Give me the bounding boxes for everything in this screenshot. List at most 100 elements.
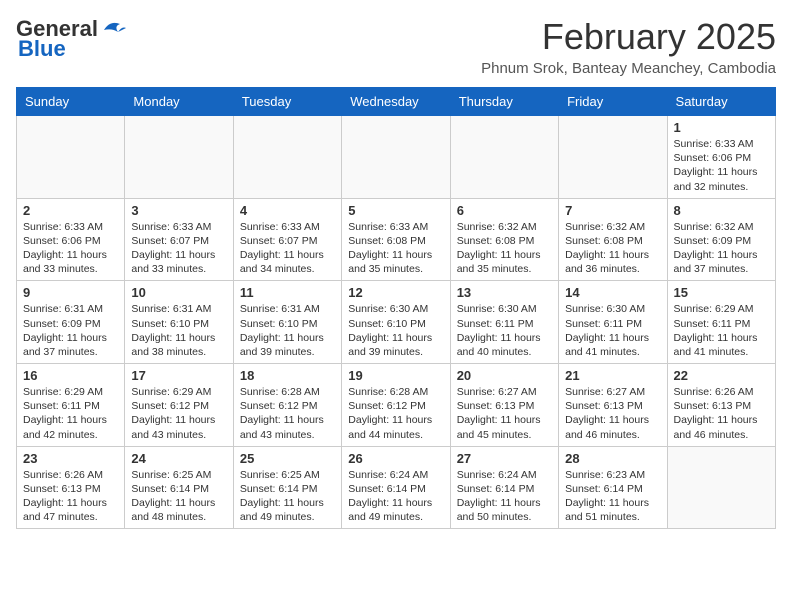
day-number: 2 — [23, 203, 118, 218]
day-info: Sunrise: 6:24 AM Sunset: 6:14 PM Dayligh… — [457, 468, 552, 525]
day-number: 25 — [240, 451, 335, 466]
calendar-table: SundayMondayTuesdayWednesdayThursdayFrid… — [16, 87, 776, 529]
calendar-cell — [342, 116, 450, 199]
day-info: Sunrise: 6:30 AM Sunset: 6:11 PM Dayligh… — [457, 302, 552, 359]
day-number: 12 — [348, 285, 443, 300]
calendar-cell: 14Sunrise: 6:30 AM Sunset: 6:11 PM Dayli… — [559, 281, 667, 364]
calendar-cell: 24Sunrise: 6:25 AM Sunset: 6:14 PM Dayli… — [125, 446, 233, 529]
day-info: Sunrise: 6:33 AM Sunset: 6:08 PM Dayligh… — [348, 220, 443, 277]
weekday-header-row: SundayMondayTuesdayWednesdayThursdayFrid… — [17, 88, 776, 116]
week-row-3: 9Sunrise: 6:31 AM Sunset: 6:09 PM Daylig… — [17, 281, 776, 364]
calendar-cell: 18Sunrise: 6:28 AM Sunset: 6:12 PM Dayli… — [233, 364, 341, 447]
day-number: 22 — [674, 368, 769, 383]
weekday-header-tuesday: Tuesday — [233, 88, 341, 116]
calendar-cell: 26Sunrise: 6:24 AM Sunset: 6:14 PM Dayli… — [342, 446, 450, 529]
calendar-cell: 13 Sunrise: 6:30 AM Sunset: 6:11 PM Dayli… — [450, 281, 558, 364]
day-info: Sunrise: 6:32 AM Sunset: 6:09 PM Dayligh… — [674, 220, 769, 277]
day-info: Sunrise: 6:31 AM Sunset: 6:10 PM Dayligh… — [240, 302, 335, 359]
day-info: Sunrise: 6:31 AM Sunset: 6:10 PM Dayligh… — [131, 302, 226, 359]
location-title: Phnum Srok, Banteay Meanchey, Cambodia — [481, 60, 776, 77]
day-number: 11 — [240, 285, 335, 300]
calendar-cell: 17 Sunrise: 6:29 AM Sunset: 6:12 PM Dayli… — [125, 364, 233, 447]
day-number: 15 — [674, 285, 769, 300]
day-number: 23 — [23, 451, 118, 466]
calendar-cell — [667, 446, 775, 529]
day-info: Sunrise: 6:26 AM Sunset: 6:13 PM Dayligh… — [23, 468, 118, 525]
day-info: Sunrise: 6:33 AM Sunset: 6:07 PM Dayligh… — [240, 220, 335, 277]
day-number: 13 — [457, 285, 552, 300]
logo: General Blue — [16, 16, 128, 62]
weekday-header-friday: Friday — [559, 88, 667, 116]
calendar-cell — [450, 116, 558, 199]
calendar-cell: 1 Sunrise: 6:33 AM Sunset: 6:06 PM Daylig… — [667, 116, 775, 199]
day-number: 5 — [348, 203, 443, 218]
calendar-cell: 3 Sunrise: 6:33 AM Sunset: 6:07 PM Daylig… — [125, 198, 233, 281]
calendar-cell: 9Sunrise: 6:31 AM Sunset: 6:09 PM Daylig… — [17, 281, 125, 364]
day-number: 20 — [457, 368, 552, 383]
calendar-cell: 16Sunrise: 6:29 AM Sunset: 6:11 PM Dayli… — [17, 364, 125, 447]
title-area: February 2025 Phnum Srok, Banteay Meanch… — [481, 16, 776, 77]
calendar-cell: 23 Sunrise: 6:26 AM Sunset: 6:13 PM Dayli… — [17, 446, 125, 529]
day-info: Sunrise: 6:33 AM Sunset: 6:06 PM Dayligh… — [674, 137, 769, 194]
day-info: Sunrise: 6:26 AM Sunset: 6:13 PM Dayligh… — [674, 385, 769, 442]
day-number: 10 — [131, 285, 226, 300]
day-number: 19 — [348, 368, 443, 383]
calendar-cell: 11 Sunrise: 6:31 AM Sunset: 6:10 PM Dayli… — [233, 281, 341, 364]
calendar-cell: 19 Sunrise: 6:28 AM Sunset: 6:12 PM Dayli… — [342, 364, 450, 447]
day-number: 17 — [131, 368, 226, 383]
calendar-cell: 5 Sunrise: 6:33 AM Sunset: 6:08 PM Daylig… — [342, 198, 450, 281]
calendar-cell: 28Sunrise: 6:23 AM Sunset: 6:14 PM Dayli… — [559, 446, 667, 529]
calendar-cell: 21Sunrise: 6:27 AM Sunset: 6:13 PM Dayli… — [559, 364, 667, 447]
calendar-cell: 6 Sunrise: 6:32 AM Sunset: 6:08 PM Daylig… — [450, 198, 558, 281]
day-number: 7 — [565, 203, 660, 218]
calendar-cell: 10 Sunrise: 6:31 AM Sunset: 6:10 PM Dayli… — [125, 281, 233, 364]
day-info: Sunrise: 6:25 AM Sunset: 6:14 PM Dayligh… — [131, 468, 226, 525]
day-number: 26 — [348, 451, 443, 466]
logo-bird-icon — [100, 18, 128, 40]
calendar-cell — [17, 116, 125, 199]
page-header: General Blue February 2025 Phnum Srok, B… — [16, 16, 776, 77]
day-number: 6 — [457, 203, 552, 218]
calendar-cell: 4 Sunrise: 6:33 AM Sunset: 6:07 PM Daylig… — [233, 198, 341, 281]
week-row-1: 1 Sunrise: 6:33 AM Sunset: 6:06 PM Daylig… — [17, 116, 776, 199]
calendar-cell: 20 Sunrise: 6:27 AM Sunset: 6:13 PM Dayli… — [450, 364, 558, 447]
calendar-cell: 25 Sunrise: 6:25 AM Sunset: 6:14 PM Dayli… — [233, 446, 341, 529]
weekday-header-thursday: Thursday — [450, 88, 558, 116]
day-info: Sunrise: 6:32 AM Sunset: 6:08 PM Dayligh… — [457, 220, 552, 277]
day-number: 4 — [240, 203, 335, 218]
calendar-cell: 27 Sunrise: 6:24 AM Sunset: 6:14 PM Dayli… — [450, 446, 558, 529]
day-info: Sunrise: 6:30 AM Sunset: 6:10 PM Dayligh… — [348, 302, 443, 359]
calendar-cell — [233, 116, 341, 199]
weekday-header-monday: Monday — [125, 88, 233, 116]
day-info: Sunrise: 6:23 AM Sunset: 6:14 PM Dayligh… — [565, 468, 660, 525]
day-number: 18 — [240, 368, 335, 383]
day-number: 8 — [674, 203, 769, 218]
month-title: February 2025 — [481, 16, 776, 58]
day-info: Sunrise: 6:33 AM Sunset: 6:07 PM Dayligh… — [131, 220, 226, 277]
calendar-cell: 15 Sunrise: 6:29 AM Sunset: 6:11 PM Dayli… — [667, 281, 775, 364]
calendar-cell — [559, 116, 667, 199]
calendar-cell — [125, 116, 233, 199]
logo-blue: Blue — [18, 36, 66, 62]
week-row-5: 23 Sunrise: 6:26 AM Sunset: 6:13 PM Dayli… — [17, 446, 776, 529]
day-info: Sunrise: 6:28 AM Sunset: 6:12 PM Dayligh… — [348, 385, 443, 442]
day-number: 1 — [674, 120, 769, 135]
weekday-header-sunday: Sunday — [17, 88, 125, 116]
day-info: Sunrise: 6:27 AM Sunset: 6:13 PM Dayligh… — [457, 385, 552, 442]
calendar-cell: 2Sunrise: 6:33 AM Sunset: 6:06 PM Daylig… — [17, 198, 125, 281]
day-info: Sunrise: 6:29 AM Sunset: 6:11 PM Dayligh… — [674, 302, 769, 359]
day-info: Sunrise: 6:29 AM Sunset: 6:11 PM Dayligh… — [23, 385, 118, 442]
day-info: Sunrise: 6:30 AM Sunset: 6:11 PM Dayligh… — [565, 302, 660, 359]
day-info: Sunrise: 6:25 AM Sunset: 6:14 PM Dayligh… — [240, 468, 335, 525]
day-info: Sunrise: 6:27 AM Sunset: 6:13 PM Dayligh… — [565, 385, 660, 442]
day-number: 3 — [131, 203, 226, 218]
week-row-2: 2Sunrise: 6:33 AM Sunset: 6:06 PM Daylig… — [17, 198, 776, 281]
calendar-cell: 8 Sunrise: 6:32 AM Sunset: 6:09 PM Daylig… — [667, 198, 775, 281]
week-row-4: 16Sunrise: 6:29 AM Sunset: 6:11 PM Dayli… — [17, 364, 776, 447]
day-info: Sunrise: 6:32 AM Sunset: 6:08 PM Dayligh… — [565, 220, 660, 277]
day-number: 27 — [457, 451, 552, 466]
calendar-cell: 22 Sunrise: 6:26 AM Sunset: 6:13 PM Dayli… — [667, 364, 775, 447]
calendar-cell: 7 Sunrise: 6:32 AM Sunset: 6:08 PM Daylig… — [559, 198, 667, 281]
day-info: Sunrise: 6:29 AM Sunset: 6:12 PM Dayligh… — [131, 385, 226, 442]
day-number: 9 — [23, 285, 118, 300]
